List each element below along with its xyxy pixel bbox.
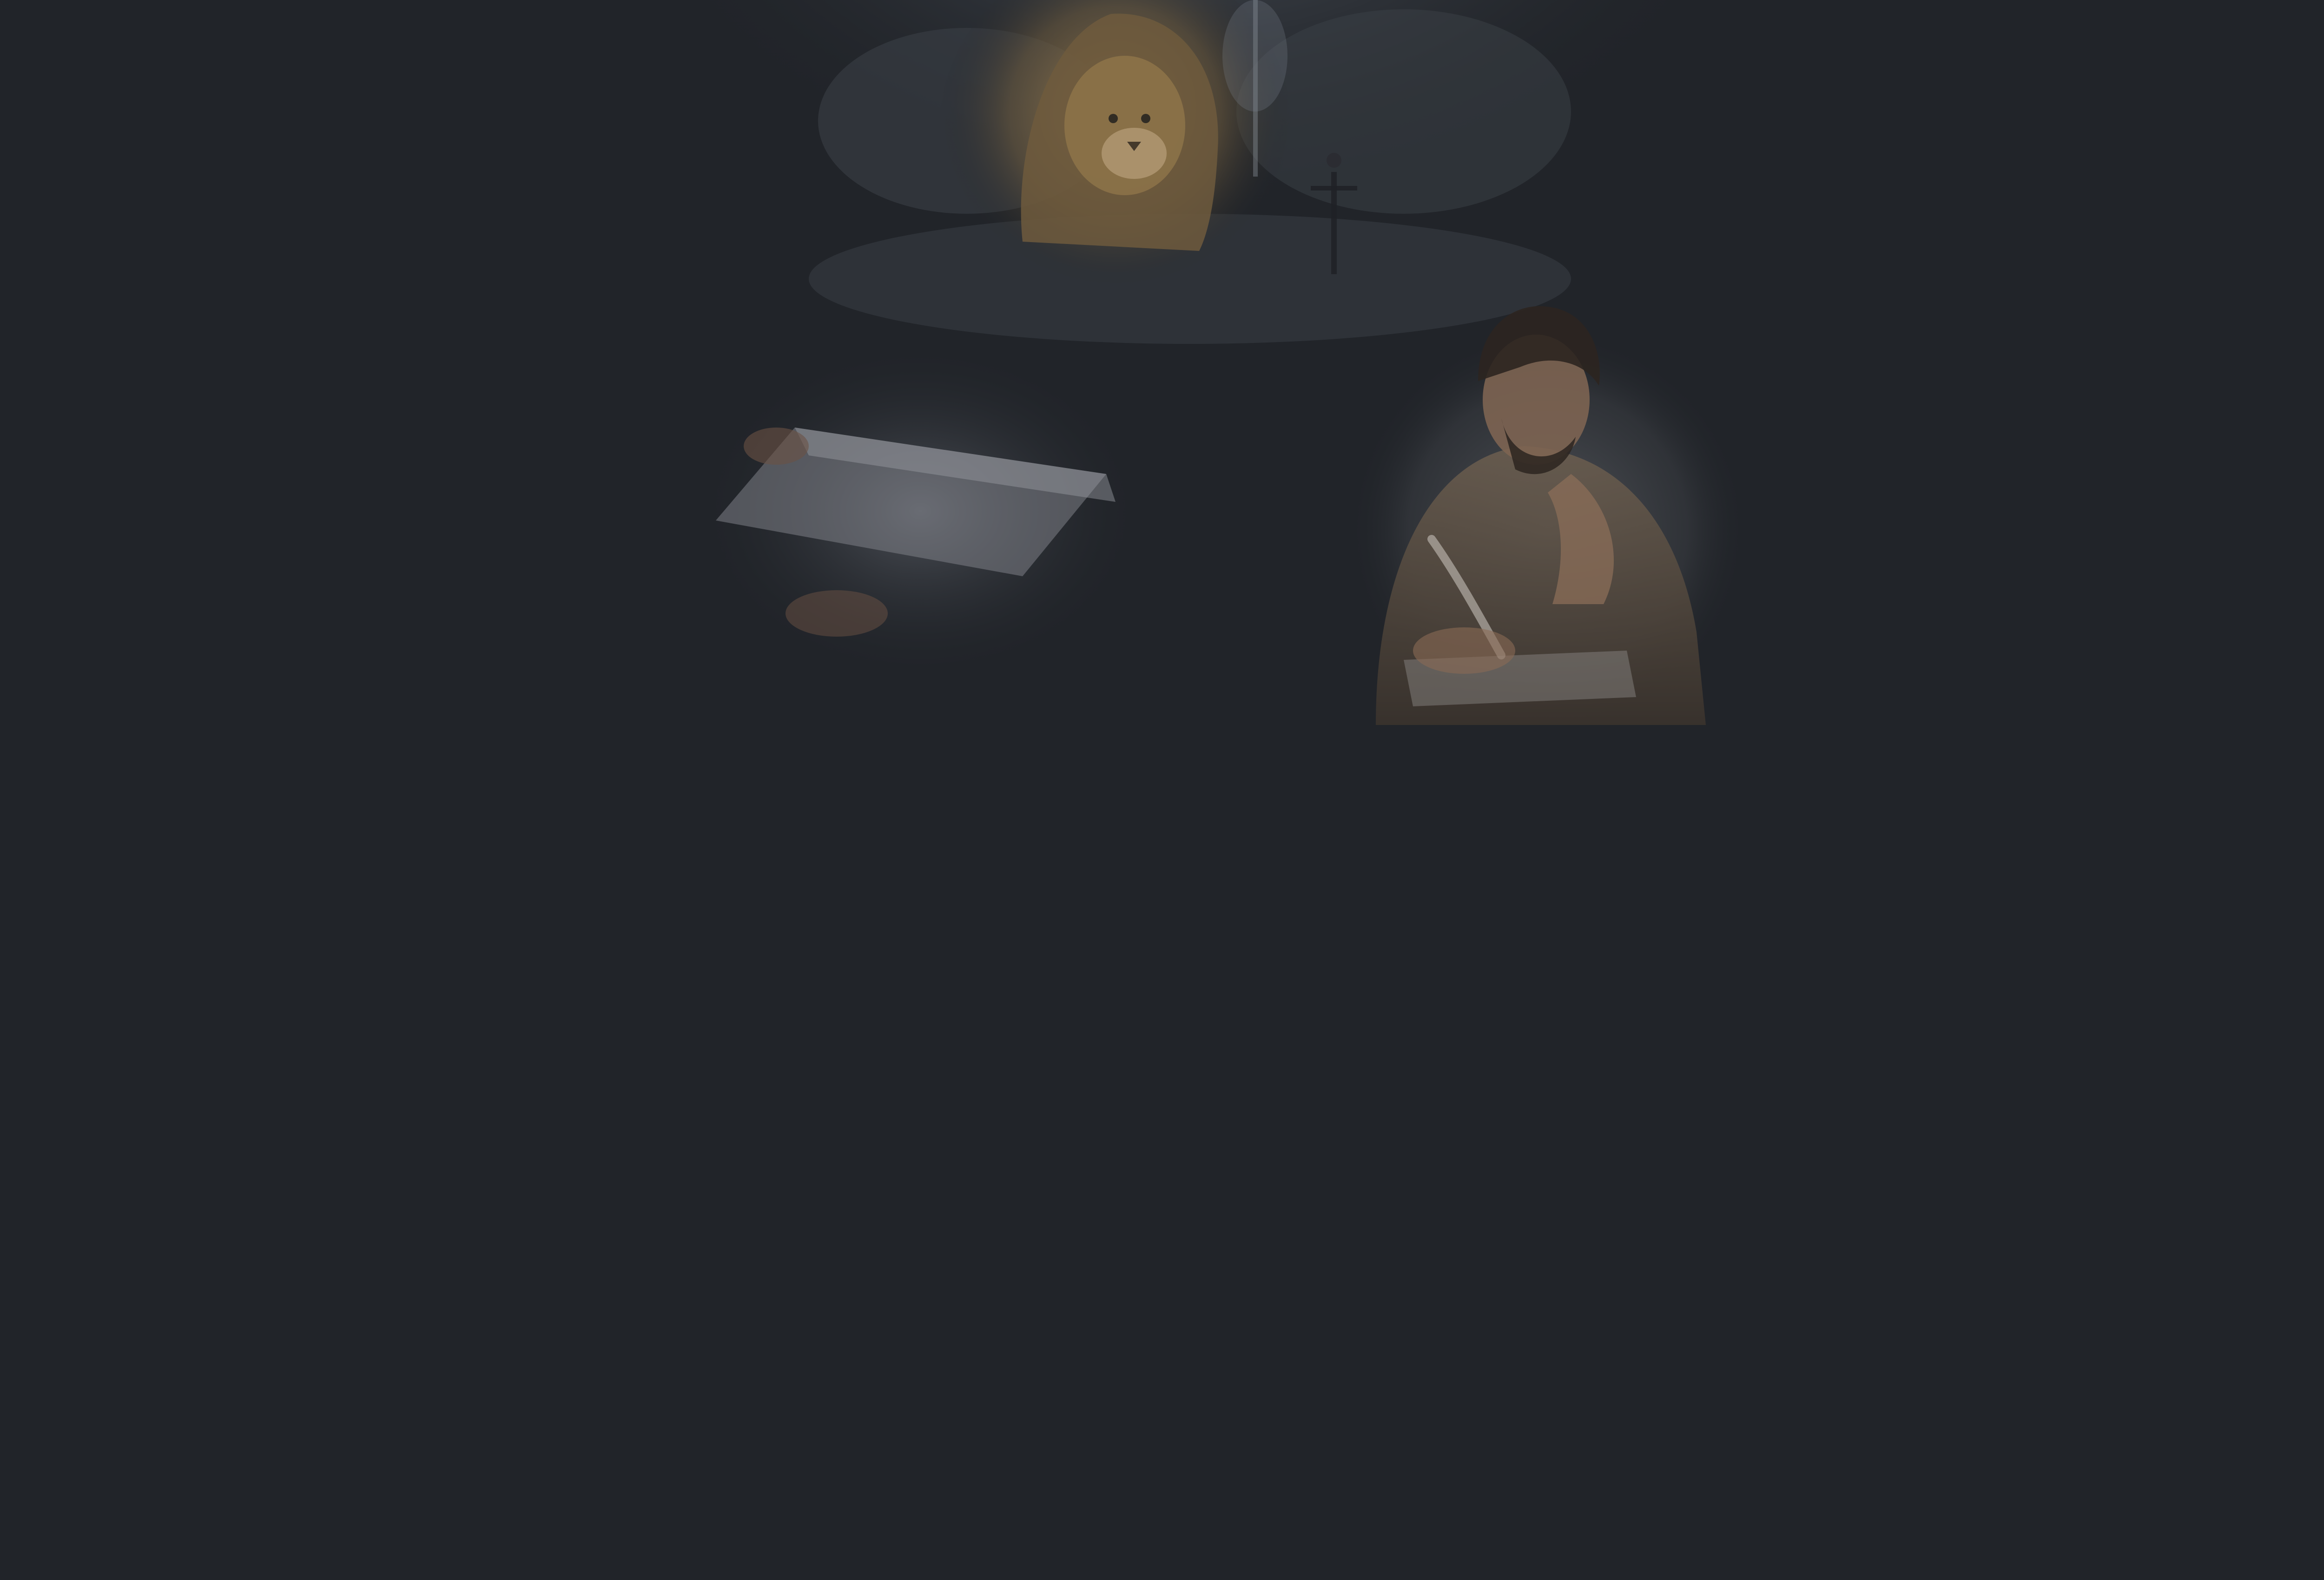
hero-illustration <box>688 0 1738 730</box>
page-background <box>0 0 2324 1580</box>
open-scroll <box>697 344 1143 678</box>
